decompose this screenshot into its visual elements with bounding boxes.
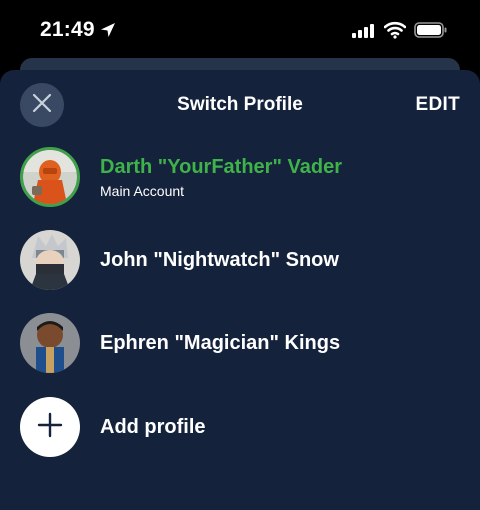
status-time: 21:49 [40, 18, 95, 41]
profile-name: Ephren "Magician" Kings [100, 331, 341, 354]
add-profile-circle [20, 397, 80, 457]
profile-item-kings[interactable]: Ephren "Magician" Kings [20, 311, 460, 375]
sheet-title: Switch Profile [177, 94, 303, 115]
cellular-signal-icon [352, 24, 376, 43]
profile-item-snow[interactable]: John "Nightwatch" Snow [20, 228, 460, 292]
add-profile-button[interactable]: Add profile [20, 395, 460, 459]
profile-item-vader[interactable]: Darth "YourFather" Vader Main Account [20, 145, 460, 209]
location-arrow-icon [99, 21, 117, 44]
edit-button[interactable]: EDIT [416, 94, 460, 116]
profile-subtitle: Main Account [100, 182, 185, 199]
add-profile-label: Add profile [100, 415, 206, 438]
avatar [20, 147, 80, 207]
switch-profile-sheet: Switch Profile EDIT Darth "YourFather" V… [0, 70, 480, 510]
profile-name: John "Nightwatch" Snow [100, 248, 339, 271]
plus-icon [37, 412, 63, 443]
profile-name: Darth "YourFather" Vader [100, 155, 342, 178]
status-bar: 21:49 [0, 0, 480, 64]
avatar [20, 230, 80, 290]
battery-icon [414, 22, 448, 43]
avatar [20, 313, 80, 373]
wifi-icon [383, 21, 407, 44]
